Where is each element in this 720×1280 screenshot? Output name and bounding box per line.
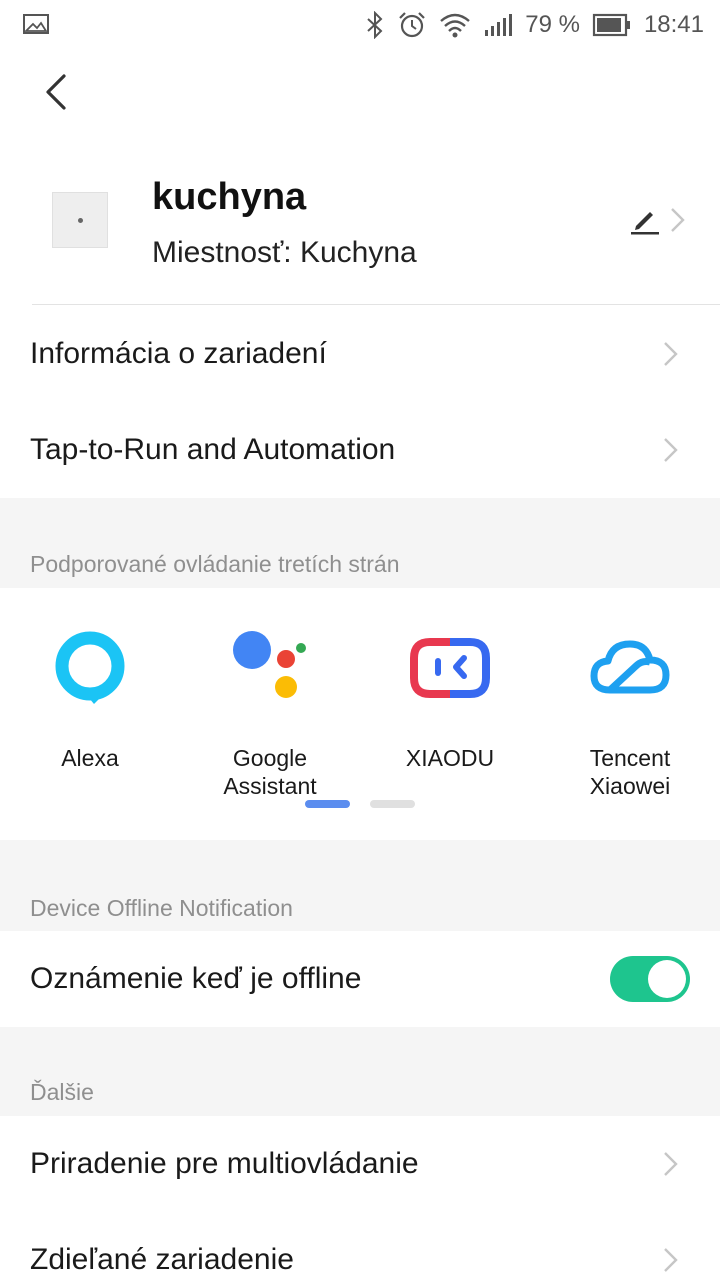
shared-device-label: Zdieľané zariadenie (30, 1243, 294, 1276)
battery-percent: 79 % (525, 11, 580, 38)
google-assistant-icon (230, 628, 310, 708)
offline-section-header: Device Offline Notification (0, 840, 720, 931)
alexa-icon (50, 628, 130, 708)
multi-control-label: Priradenie pre multiovládanie (30, 1147, 419, 1180)
offline-notification-label: Oznámenie keď je offline (30, 962, 362, 995)
tap-to-run-row[interactable]: Tap-to-Run and Automation (0, 402, 720, 498)
chevron-right-icon (662, 1150, 680, 1183)
back-button[interactable] (36, 70, 76, 114)
chevron-right-icon (662, 436, 680, 469)
shared-device-row[interactable]: Zdieľané zariadenie (0, 1212, 720, 1280)
alarm-icon (397, 10, 427, 40)
offline-notification-row: Oznámenie keď je offline (0, 931, 720, 1027)
chevron-right-icon (668, 206, 688, 239)
tencent-xiaowei-icon (590, 628, 670, 708)
device-room: Miestnosť: Kuchyna (152, 236, 417, 269)
wifi-icon (439, 11, 471, 39)
more-section-title: Ďalšie (30, 1079, 94, 1105)
edit-icon[interactable] (628, 204, 660, 241)
google-assistant-label: Google Assistant (223, 745, 317, 799)
xiaodu-icon (410, 628, 490, 708)
signal-icon (483, 12, 513, 38)
pager-dot-active[interactable] (305, 800, 350, 808)
status-bar: 79 % 18:41 (0, 0, 720, 50)
device-thumbnail (52, 192, 108, 248)
alexa-item[interactable]: Alexa (0, 628, 180, 772)
alexa-label: Alexa (61, 745, 119, 771)
bluetooth-icon (365, 11, 385, 39)
back-arrow-icon (46, 74, 66, 110)
device-header[interactable]: kuchyna Miestnosť: Kuchyna (0, 160, 720, 305)
clock-time: 18:41 (643, 11, 704, 38)
third-party-section-title: Podporované ovládanie tretích strán (30, 551, 400, 577)
chevron-right-icon (662, 1246, 680, 1279)
xiaodu-item[interactable]: XIAODU (360, 628, 540, 772)
multi-control-row[interactable]: Priradenie pre multiovládanie (0, 1116, 720, 1212)
tencent-xiaowei-label: Tencent Xiaowei (589, 745, 671, 799)
gallery-notification-icon (22, 12, 50, 36)
offline-notification-toggle[interactable] (610, 956, 690, 1002)
divider (32, 304, 720, 305)
third-party-section-header: Podporované ovládanie tretích strán (0, 498, 720, 588)
offline-section-title: Device Offline Notification (30, 895, 293, 921)
device-name: kuchyna (152, 176, 307, 218)
device-info-row[interactable]: Informácia o zariadení (0, 306, 720, 402)
google-assistant-item[interactable]: Google Assistant (180, 628, 360, 800)
more-section-header: Ďalšie (0, 1027, 720, 1116)
tap-to-run-label: Tap-to-Run and Automation (30, 433, 396, 466)
xiaodu-label: XIAODU (405, 745, 495, 771)
chevron-right-icon (662, 340, 680, 373)
pager-dot[interactable] (370, 800, 415, 808)
third-party-carousel[interactable]: Alexa Google Assistant XIAODU Tencent Xi… (0, 588, 720, 840)
device-info-label: Informácia o zariadení (30, 337, 327, 370)
toggle-knob (648, 960, 686, 998)
tencent-xiaowei-item[interactable]: Tencent Xiaowei (540, 628, 720, 800)
battery-icon (592, 13, 632, 37)
